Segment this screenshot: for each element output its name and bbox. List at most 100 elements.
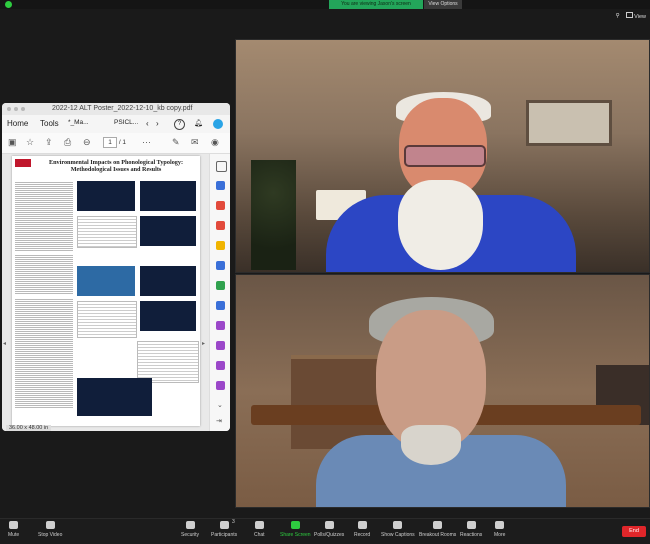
poster-page: Environmental Impacts on Phonological Ty… — [12, 156, 200, 426]
page-indicator: 1 / 1 — [103, 137, 126, 148]
poster-text-block — [15, 298, 73, 408]
organize-icon[interactable] — [216, 281, 225, 290]
fill-sign-icon[interactable] — [216, 341, 225, 350]
scan-icon[interactable] — [216, 301, 225, 310]
record-label: Record — [354, 532, 371, 538]
poster-table — [77, 216, 137, 248]
poster-table — [77, 301, 137, 338]
poster-title: Environmental Impacts on Phonological Ty… — [34, 159, 198, 173]
breakout-label: Breakout Rooms — [419, 532, 457, 538]
poster-title-line2: Methodological Issues and Results — [70, 166, 162, 173]
poster-map — [140, 216, 196, 246]
account-icon[interactable]: ◉ — [211, 137, 219, 148]
participants-label: Participants — [211, 532, 238, 538]
page-number-input[interactable]: 1 — [103, 137, 117, 148]
mail-icon[interactable]: ✉ — [191, 137, 199, 148]
view-options-button[interactable]: View Options — [424, 0, 462, 9]
comment-icon[interactable] — [216, 241, 225, 250]
share-screen-icon — [290, 521, 300, 529]
star-icon[interactable]: ☆ — [26, 137, 34, 148]
polls-button[interactable]: Polls/Quizzes — [314, 521, 344, 538]
mute-button[interactable]: Mute — [8, 521, 19, 538]
print-icon[interactable]: ⎙ — [64, 137, 71, 148]
zoom-out-icon[interactable]: ⊖ — [83, 137, 91, 148]
chevron-down-icon[interactable]: ⌄ — [217, 401, 223, 409]
create-pdf-icon[interactable] — [216, 181, 225, 190]
record-button[interactable]: Record — [354, 521, 370, 538]
minimize-window-icon[interactable] — [14, 107, 18, 111]
search-icon[interactable] — [216, 161, 227, 172]
poster-map — [77, 266, 135, 296]
pdf-filename: 2022-12 ALT Poster_2022-12-10_kb copy.pd… — [52, 105, 193, 112]
chevron-left-icon[interactable]: ‹ — [146, 119, 149, 128]
view-label: View — [634, 14, 646, 20]
chat-icon — [254, 521, 264, 529]
edit-pdf-icon[interactable] — [216, 221, 225, 230]
tools-tab[interactable]: Tools — [40, 119, 59, 128]
poster-map — [77, 378, 152, 416]
houseplant — [251, 160, 296, 270]
combine-icon[interactable] — [216, 261, 225, 270]
breakout-rooms-button[interactable]: Breakout Rooms — [419, 521, 456, 538]
more-button[interactable]: More — [494, 521, 505, 538]
edit-icon[interactable]: ✎ — [172, 137, 180, 148]
view-button[interactable]: View — [625, 12, 646, 20]
user-icon[interactable]: ⚲ — [616, 13, 620, 19]
request-signature-icon[interactable] — [216, 361, 225, 370]
avatar[interactable] — [213, 119, 223, 129]
bell-icon[interactable]: 🔔︎ — [194, 119, 203, 127]
close-window-icon[interactable] — [7, 107, 11, 111]
document-tab-2[interactable]: PSICL... — [114, 119, 138, 126]
participant-video-tile[interactable] — [235, 39, 650, 273]
home-tab[interactable]: Home — [7, 119, 28, 128]
left-panel-toggle-icon[interactable]: ◂ — [3, 340, 6, 347]
more-label: More — [494, 532, 506, 538]
participant-glasses — [404, 145, 486, 167]
pdf-toolbar: ▣ ☆ ⇪ ⎙ ⊖ 1 / 1 ··· ✎ ✉ ◉ — [2, 133, 230, 154]
reactions-label: Reactions — [460, 532, 483, 538]
participant-video-tile[interactable] — [235, 274, 650, 508]
stamp-icon[interactable] — [216, 381, 225, 390]
poster-map — [140, 266, 196, 296]
security-button[interactable]: Security — [181, 521, 199, 538]
poster-map — [77, 181, 135, 211]
university-logo — [15, 159, 31, 167]
upload-icon[interactable]: ⇪ — [45, 137, 53, 148]
more-icon[interactable]: ··· — [142, 137, 151, 147]
right-panel-toggle-icon[interactable]: ▸ — [202, 340, 205, 347]
show-captions-button[interactable]: Show Captions — [381, 521, 415, 538]
mute-label: Mute — [8, 532, 20, 538]
chevron-right-icon[interactable]: › — [156, 119, 159, 128]
share-screen-button[interactable]: Share Screen — [280, 521, 311, 538]
collapse-sidebar-icon[interactable]: ⇥ — [216, 417, 222, 425]
grid-icon — [625, 12, 633, 18]
captions-label: Show Captions — [381, 532, 415, 538]
shared-pdf-window[interactable]: 2022-12 ALT Poster_2022-12-10_kb copy.pd… — [2, 103, 230, 431]
pdf-title-bar: 2022-12 ALT Poster_2022-12-10_kb copy.pd… — [2, 103, 230, 115]
meeting-toolbar: Mute Stop Video Security Participants 3 … — [0, 518, 650, 544]
page-size-label: 36.00 x 48.00 in — [6, 425, 52, 431]
end-meeting-button[interactable]: End — [622, 526, 646, 537]
video-camera-icon — [45, 521, 55, 529]
more-icon — [495, 521, 505, 529]
zoom-window-icon[interactable] — [21, 107, 25, 111]
export-pdf-icon[interactable] — [216, 201, 225, 210]
breakout-rooms-icon — [433, 521, 443, 529]
participants-count: 3 — [232, 519, 235, 525]
poster-map — [140, 301, 196, 331]
page-total: / 1 — [118, 139, 127, 146]
help-icon[interactable]: ? — [174, 119, 185, 130]
poster-matrix — [137, 341, 199, 383]
protect-icon[interactable] — [216, 321, 225, 330]
reactions-button[interactable]: Reactions — [460, 521, 482, 538]
poster-text-block — [15, 181, 73, 251]
chat-button[interactable]: Chat — [254, 521, 265, 538]
save-icon[interactable]: ▣ — [8, 137, 17, 148]
participant-beard — [398, 180, 483, 270]
document-tab-1[interactable]: *_Ma... — [68, 119, 89, 126]
stop-video-button[interactable]: Stop Video — [38, 521, 62, 538]
participant-goatee — [401, 425, 461, 465]
polls-icon — [324, 521, 334, 529]
chat-label: Chat — [254, 532, 265, 538]
top-bar: You are viewing Jason's screen View Opti… — [0, 0, 650, 9]
